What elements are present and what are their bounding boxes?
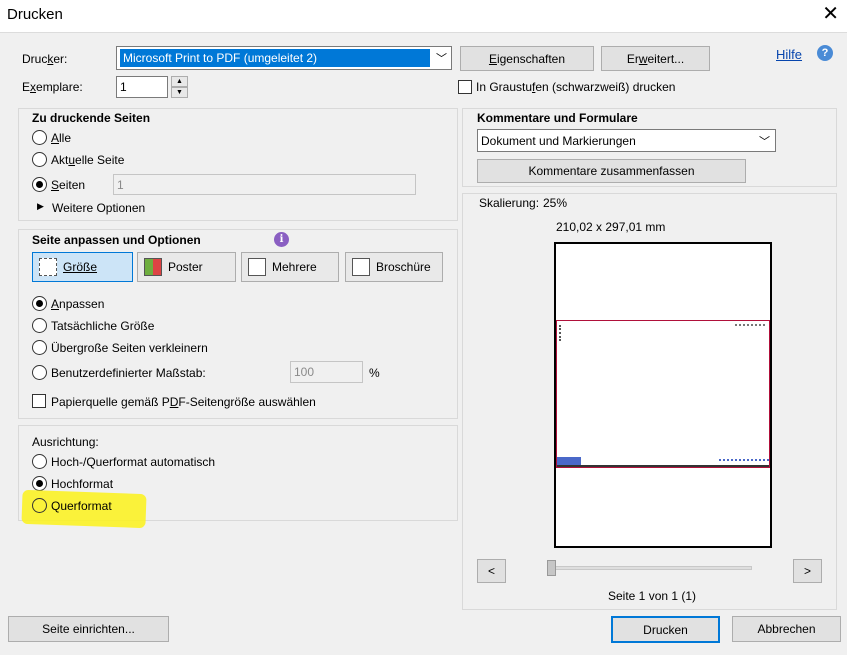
portrait-radio[interactable]	[32, 476, 47, 491]
portrait-label: Hochformat	[51, 477, 114, 491]
poster-icon	[144, 258, 162, 276]
orientation-auto-label: Hoch-/Querformat automatisch	[51, 455, 216, 469]
shrink-radio[interactable]	[32, 340, 47, 355]
print-dialog: Drucker: Microsoft Print to PDF (umgelei…	[0, 32, 847, 655]
copies-label: Exemplare:	[22, 80, 83, 94]
custom-scale-label: Benutzerdefinierter Maßstab:	[51, 366, 206, 380]
custom-scale-radio[interactable]	[32, 365, 47, 380]
booklet-icon	[352, 258, 370, 276]
orientation-heading: Ausrichtung:	[32, 435, 99, 449]
properties-button[interactable]: Eigenschaften	[460, 46, 594, 71]
window-title: Drucken	[7, 6, 63, 23]
close-icon[interactable]: ✕	[822, 4, 839, 24]
next-page-button[interactable]: >	[793, 559, 822, 583]
fit-label: Anpassen	[51, 297, 105, 311]
comments-select[interactable]: Dokument und Markierungen ﹀	[477, 129, 776, 152]
copies-up-icon[interactable]: ▲	[171, 76, 188, 87]
thumbnail-header-right	[735, 324, 765, 330]
grayscale-checkbox[interactable]	[458, 80, 472, 94]
pages-range-radio[interactable]	[32, 177, 47, 192]
page-slider-track[interactable]	[548, 566, 752, 570]
more-options-link[interactable]: Weitere Optionen	[52, 201, 145, 215]
printer-select[interactable]: Microsoft Print to PDF (umgeleitet 2) ﹀	[116, 46, 452, 70]
paper-source-label: Papierquelle gemäß PDF-Seitengröße auswä…	[51, 395, 316, 409]
orientation-auto-radio[interactable]	[32, 454, 47, 469]
scaling-label: Skalierung:	[479, 196, 540, 210]
printer-selected-value: Microsoft Print to PDF (umgeleitet 2)	[120, 49, 430, 67]
print-button[interactable]: Drucken	[611, 616, 720, 643]
triangle-right-icon[interactable]: ▶	[37, 201, 44, 212]
landscape-label: Querformat	[51, 499, 112, 513]
pages-current-radio[interactable]	[32, 152, 47, 167]
actual-size-label: Tatsächliche Größe	[51, 319, 155, 333]
shrink-label: Übergroße Seiten verkleinern	[51, 341, 208, 355]
advanced-button[interactable]: Er w eitert...	[601, 46, 710, 71]
printer-label: Drucker:	[22, 52, 68, 66]
document-thumbnail	[556, 320, 770, 468]
title-bar: Drucken ✕	[0, 0, 847, 32]
actual-size-radio[interactable]	[32, 318, 47, 333]
page-slider-thumb[interactable]	[547, 560, 556, 576]
multiple-icon	[248, 258, 266, 276]
pages-range-label: Seiten	[51, 178, 86, 192]
pages-range-input[interactable]: 1	[113, 174, 416, 195]
custom-scale-input[interactable]: 100	[290, 361, 363, 383]
chevron-down-icon: ﹀	[759, 136, 770, 148]
cancel-button[interactable]: Abbrechen	[732, 616, 841, 642]
scaling-value: 25%	[543, 196, 568, 210]
page-preview	[554, 242, 772, 548]
size-icon	[39, 258, 57, 276]
comments-heading: Kommentare und Formulare	[477, 111, 638, 125]
percent-label: %	[369, 366, 380, 380]
help-link[interactable]: Hilfe	[776, 47, 802, 62]
info-icon[interactable]: i	[274, 232, 289, 247]
tab-multiple[interactable]: Mehrere	[241, 252, 339, 282]
tab-poster[interactable]: Poster	[137, 252, 236, 282]
summarize-comments-button[interactable]: Kommentare zusammenfassen	[477, 159, 746, 183]
tab-size[interactable]: Größe	[32, 252, 133, 282]
copies-input[interactable]: 1	[116, 76, 168, 98]
prev-page-button[interactable]: <	[477, 559, 506, 583]
fit-radio[interactable]	[32, 296, 47, 311]
pages-heading: Zu druckende Seiten	[32, 111, 151, 125]
page-dimensions: 210,02 x 297,01 mm	[556, 220, 666, 234]
sizing-heading: Seite anpassen und Optionen	[32, 233, 201, 247]
help-icon[interactable]: ?	[817, 45, 833, 61]
landscape-radio[interactable]	[32, 498, 47, 513]
pages-all-label: Alle	[51, 131, 72, 145]
paper-source-checkbox[interactable]	[32, 394, 46, 408]
page-info: Seite 1 von 1 (1)	[608, 589, 697, 603]
pages-all-radio[interactable]	[32, 130, 47, 145]
copies-down-icon[interactable]: ▼	[171, 87, 188, 98]
pages-current-label: Aktuelle Seite	[51, 153, 125, 167]
page-setup-button[interactable]: Seite einrichten...	[8, 616, 169, 642]
thumbnail-bottom-line	[557, 465, 769, 467]
tab-booklet[interactable]: Broschüre	[345, 252, 443, 282]
thumbnail-margin-left	[559, 325, 569, 341]
chevron-down-icon: ﹀	[436, 53, 447, 65]
grayscale-label: In Graustufen (schwarzweiß) drucken	[476, 80, 676, 94]
